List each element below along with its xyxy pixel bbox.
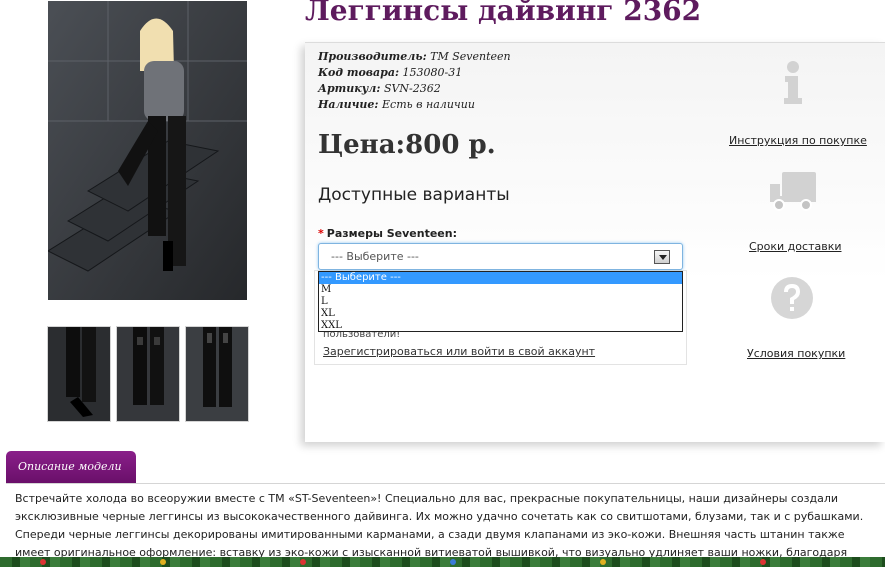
meta-key-code: Код товара: <box>318 66 400 79</box>
size-option[interactable]: M <box>319 284 682 296</box>
size-option[interactable]: L <box>319 296 682 308</box>
christmas-garland <box>0 557 885 567</box>
meta-key-manufacturer: Производитель: <box>318 50 427 63</box>
purchase-conditions-link[interactable]: Условия покупки <box>747 347 845 360</box>
delivery-terms-link[interactable]: Сроки доставки <box>749 240 842 253</box>
size-option[interactable]: XXL <box>319 320 682 332</box>
variants-heading: Доступные варианты <box>318 185 510 205</box>
meta-value-sku: SVN-2362 <box>383 82 441 95</box>
purchase-instructions-link[interactable]: Инструкция по покупке <box>729 134 867 147</box>
main-product-photo[interactable] <box>48 1 247 300</box>
size-option[interactable]: --- Выберите --- <box>319 272 682 284</box>
product-meta: Производитель: TM Seventeen Код товара: … <box>318 49 511 113</box>
meta-value-availability: Есть в наличии <box>382 98 475 111</box>
meta-value-manufacturer: TM Seventeen <box>430 50 511 63</box>
chevron-down-icon[interactable] <box>654 250 670 264</box>
meta-key-availability: Наличие: <box>318 98 379 111</box>
info-icon[interactable] <box>773 60 813 110</box>
meta-value-code: 153080-31 <box>402 66 463 79</box>
garland-ornament <box>450 559 456 565</box>
product-title: Леггинсы дайвинг 2362 <box>305 0 702 27</box>
garland-ornament <box>600 559 606 565</box>
size-option[interactable]: XL <box>319 308 682 320</box>
size-label-text: Размеры Seventeen: <box>326 227 457 240</box>
product-thumbnail[interactable] <box>116 326 180 422</box>
size-dropdown-list[interactable]: --- Выберите --- M L XL XXL <box>318 271 683 332</box>
description-text: Встречайте холода во всеоружии вместе с … <box>15 492 864 567</box>
garland-ornament <box>760 559 766 565</box>
product-thumbnail[interactable] <box>47 326 111 422</box>
question-icon[interactable] <box>769 275 815 325</box>
garland-ornament <box>300 559 306 565</box>
product-price: Цена:800 р. <box>318 130 496 160</box>
meta-key-sku: Артикул: <box>318 82 381 95</box>
size-select[interactable]: --- Выберите --- <box>318 243 683 270</box>
product-thumbnail[interactable] <box>185 326 249 422</box>
garland-ornament <box>160 559 166 565</box>
description-tab[interactable]: Описание модели <box>6 451 136 483</box>
size-select-value: --- Выберите --- <box>331 250 419 263</box>
required-mark: * <box>318 227 324 240</box>
garland-ornament <box>40 559 46 565</box>
delivery-truck-icon[interactable] <box>768 170 818 216</box>
register-link[interactable]: Зарегистрироваться или войти в свой акка… <box>323 345 595 358</box>
size-label: * Размеры Seventeen: <box>318 227 457 240</box>
